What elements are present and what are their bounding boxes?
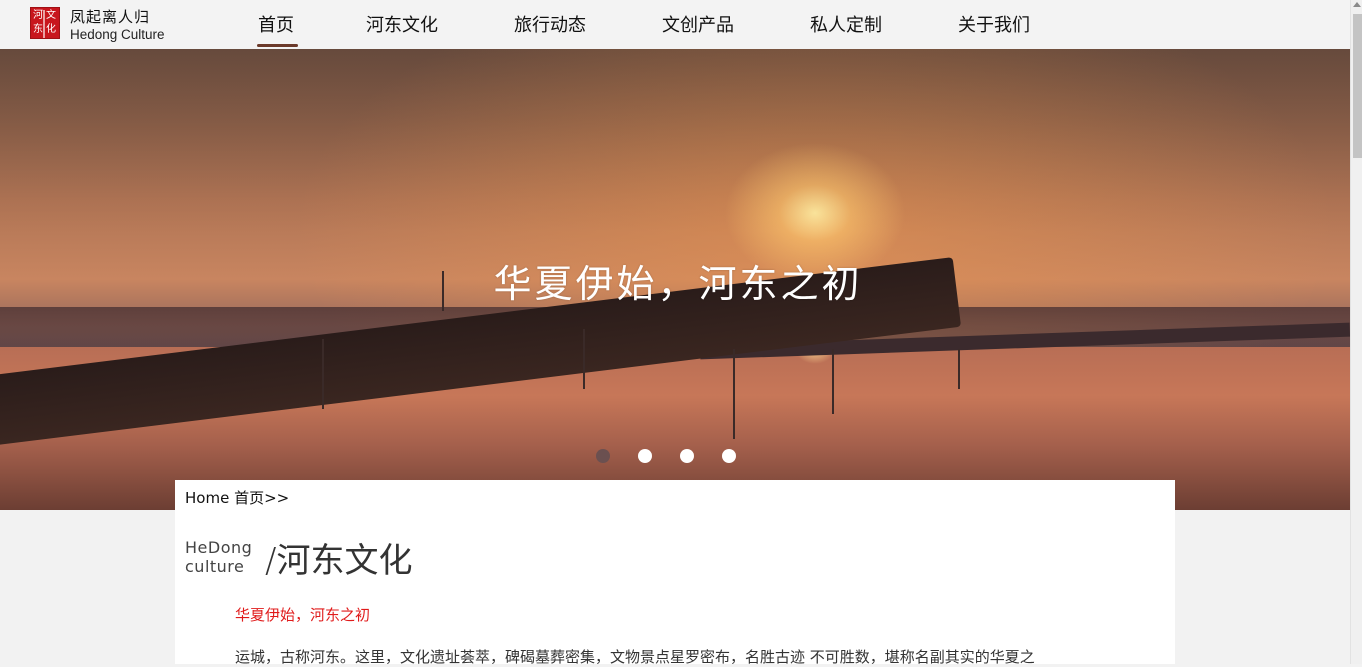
section-subtitle: 华夏伊始，河东之初	[235, 606, 371, 624]
logo-seal-icon[interactable]: 河 文 东 化	[30, 7, 60, 39]
nav-item-custom-tours[interactable]: 私人定制	[810, 11, 882, 37]
logo-glyph: 河	[33, 10, 43, 21]
scrollbar-thumb[interactable]	[1353, 14, 1362, 158]
nav-item-about-us[interactable]: 关于我们	[958, 11, 1030, 37]
scroll-up-arrow-icon[interactable]	[1353, 2, 1361, 7]
section-title-en-line1: HeDong	[185, 538, 253, 557]
page-scrollbar[interactable]	[1350, 0, 1362, 664]
nav-item-travel-news[interactable]: 旅行动态	[514, 11, 586, 37]
nav-item-cultural-products[interactable]: 文创产品	[662, 11, 734, 37]
logo-glyph: 文	[46, 10, 56, 21]
nav-item-hedong-culture[interactable]: 河东文化	[366, 11, 438, 37]
nav-active-indicator	[257, 44, 298, 47]
logo-stripe	[43, 10, 45, 38]
carousel-dot-2[interactable]	[638, 449, 652, 463]
hero-banner: 华夏伊始，河东之初	[0, 49, 1350, 510]
carousel-dot-4[interactable]	[722, 449, 736, 463]
section-title-en-line2: culture	[185, 557, 245, 576]
content-panel: Home 首页>> HeDong culture /河东文化 华夏伊始，河东之初…	[175, 480, 1175, 666]
carousel-dot-3[interactable]	[680, 449, 694, 463]
brand-name-en[interactable]: Hedong Culture	[70, 27, 165, 42]
carousel-dot-1[interactable]	[596, 449, 610, 463]
logo-glyph: 化	[46, 24, 56, 35]
nav-item-home[interactable]: 首页	[258, 11, 294, 37]
carousel-dots	[0, 449, 1350, 465]
brand-name-cn[interactable]: 凤起离人归	[70, 6, 150, 27]
banner-caption: 华夏伊始，河东之初	[493, 262, 863, 306]
logo-glyph: 东	[33, 24, 43, 35]
breadcrumb[interactable]: Home 首页>>	[185, 487, 289, 508]
section-title-cn: /河东文化	[265, 541, 413, 581]
site-header: 河 文 东 化 凤起离人归 Hedong Culture 首页 河东文化 旅行动…	[0, 0, 1350, 49]
